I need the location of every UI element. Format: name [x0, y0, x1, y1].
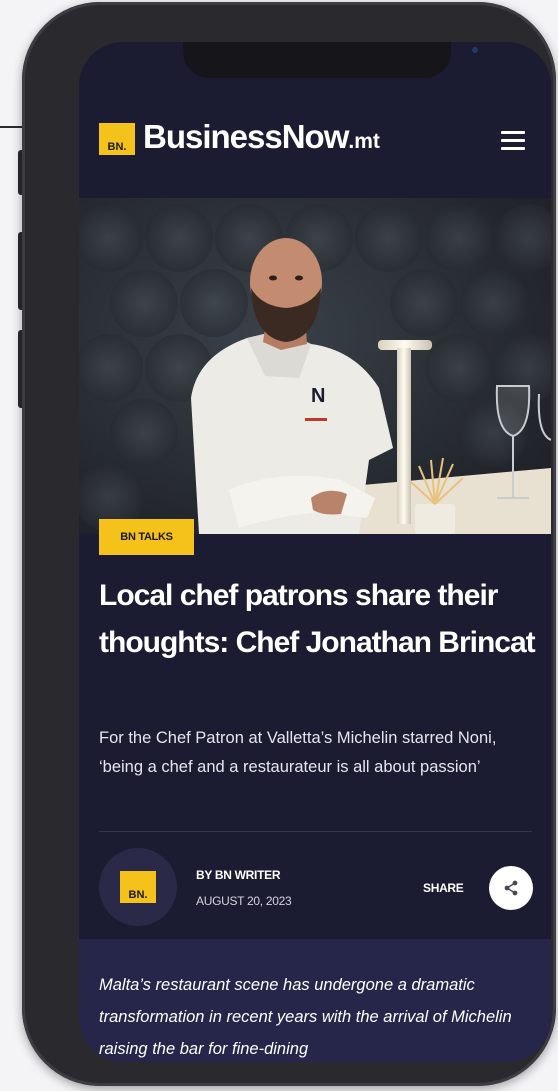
share-label: SHARE [423, 881, 464, 895]
phone-notch [183, 42, 478, 78]
phone-screen: BN. BusinessNow.mt N BN TALKS Local chef… [79, 42, 551, 1062]
logo-suffix: .mt [348, 130, 380, 153]
author-avatar[interactable]: BN. [99, 848, 177, 926]
author-avatar-badge: BN. [120, 871, 156, 903]
article-body-intro: Malta’s restaurant scene has undergone a… [99, 976, 512, 1058]
share-button[interactable] [489, 866, 533, 910]
article-body: Malta’s restaurant scene has undergone a… [79, 939, 551, 1062]
logo-name: BusinessNow [143, 118, 349, 155]
phone-frame: BN. BusinessNow.mt N BN TALKS Local chef… [22, 2, 556, 1086]
svg-text:N: N [311, 385, 325, 407]
publish-date: AUGUST 20, 2023 [196, 894, 292, 908]
share-icon [504, 880, 518, 896]
front-camera [472, 47, 478, 53]
divider [99, 831, 532, 832]
logo-badge[interactable]: BN. [99, 123, 135, 155]
site-logo[interactable]: BusinessNow.mt [143, 118, 380, 156]
article-subtitle: For the Chef Patron at Valletta’s Michel… [99, 729, 497, 776]
category-tag[interactable]: BN TALKS [99, 519, 194, 555]
article-headline: Local chef patrons share their thoughts:… [99, 579, 536, 659]
article-hero-image: N [79, 198, 551, 534]
hamburger-menu-icon[interactable] [501, 131, 525, 150]
chef-photo: N [79, 204, 551, 534]
author-byline[interactable]: BY BN WRITER [196, 868, 280, 882]
